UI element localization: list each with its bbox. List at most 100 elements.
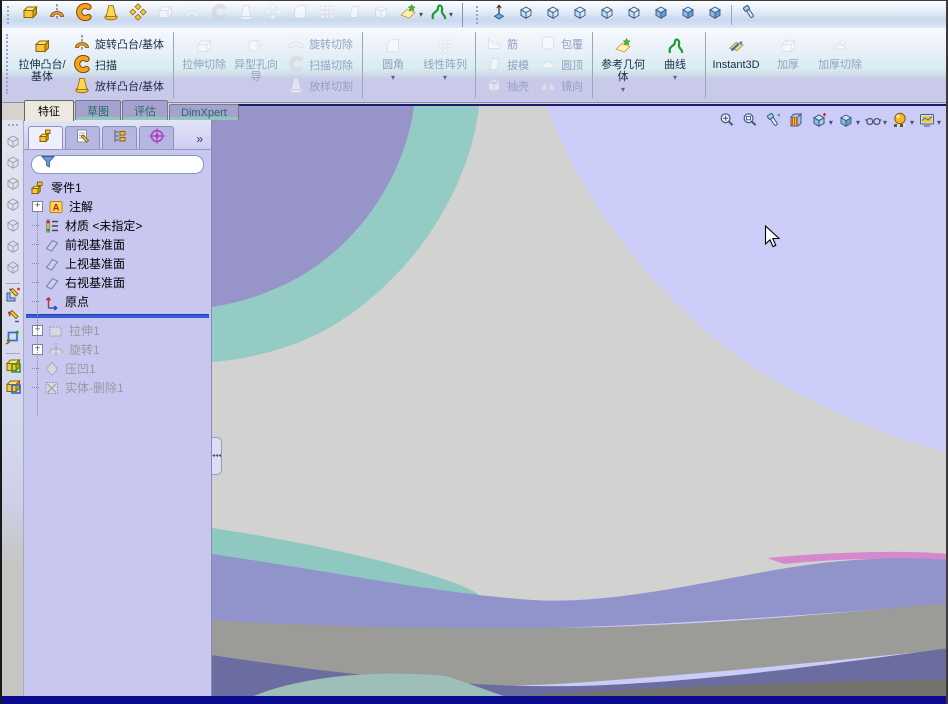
- edit-component-button[interactable]: [3, 378, 23, 399]
- tree-item[interactable]: 原点: [24, 292, 211, 311]
- view-left-button[interactable]: [566, 3, 593, 27]
- rib-button[interactable]: 筋: [480, 34, 534, 55]
- swept-cut-button[interactable]: [205, 3, 232, 27]
- shell-button[interactable]: 抽壳: [480, 76, 534, 97]
- panel-splitter-handle[interactable]: ◂◂◂: [212, 437, 222, 475]
- dropdown-caret-icon[interactable]: ▾: [443, 72, 447, 84]
- tab-DimXpert[interactable]: DimXpert: [169, 104, 239, 120]
- apply-scene-button[interactable]: [916, 111, 938, 133]
- zoom-to-fit-button[interactable]: [716, 111, 738, 133]
- sketch-3d-button[interactable]: [3, 308, 23, 329]
- curves-button[interactable]: 曲线 ▾: [649, 28, 701, 102]
- view-back-button[interactable]: [539, 3, 566, 27]
- hole-wizard-button[interactable]: 异型孔向导: [230, 28, 282, 102]
- reference-geometry-button[interactable]: [394, 3, 421, 27]
- extruded-cut-button[interactable]: 拉伸切除: [178, 28, 230, 102]
- zoom-to-area-button[interactable]: [739, 111, 761, 133]
- boundary-cut-button[interactable]: [259, 3, 286, 27]
- tree-item[interactable]: + 旋转1: [24, 340, 211, 359]
- lofted-boss-button[interactable]: 放样凸台/基体: [68, 76, 169, 97]
- extruded-cut-button[interactable]: [151, 3, 178, 27]
- dropdown-caret-icon[interactable]: ▾: [937, 118, 941, 127]
- dropdown-caret-icon[interactable]: ▾: [856, 118, 860, 127]
- view-cube-front-button[interactable]: [3, 133, 23, 154]
- swept-cut-button[interactable]: 扫描切除: [282, 55, 358, 76]
- tree-item[interactable]: 上视基准面: [24, 254, 211, 273]
- view-cube-bottom-button[interactable]: [3, 238, 23, 259]
- lofted-boss-button[interactable]: [97, 3, 124, 27]
- view-cube-left-button[interactable]: [3, 175, 23, 196]
- revolved-cut-button[interactable]: 旋转切除: [282, 34, 358, 55]
- hide-show-items-button[interactable]: [862, 111, 884, 133]
- temporary-axes-button[interactable]: [485, 3, 512, 27]
- edit-part-button[interactable]: [3, 357, 23, 378]
- revolved-boss-button[interactable]: [43, 3, 70, 27]
- reference-geometry-button[interactable]: 参考几何体 ▾: [597, 28, 649, 102]
- tree-item[interactable]: 零件1: [24, 178, 211, 197]
- dropdown-caret-icon[interactable]: ▾: [829, 118, 833, 127]
- tree-item[interactable]: 材质 <未指定>: [24, 216, 211, 235]
- previous-view-button[interactable]: [762, 111, 784, 133]
- configurationmanager-tab[interactable]: [102, 126, 137, 149]
- propertymanager-tab[interactable]: [65, 126, 100, 149]
- tree-item[interactable]: 实体-删除1: [24, 378, 211, 397]
- lofted-cut-button[interactable]: 放样切割: [282, 76, 358, 97]
- panel-overflow-chevron[interactable]: »: [196, 132, 207, 149]
- view-orientation-button[interactable]: [808, 111, 830, 133]
- revolved-boss-button[interactable]: 旋转凸台/基体: [68, 34, 169, 55]
- tab-草图[interactable]: 草图: [75, 100, 121, 120]
- dropdown-caret-icon[interactable]: ▾: [449, 10, 453, 19]
- view-cube-top-button[interactable]: [3, 217, 23, 238]
- view-right-button[interactable]: [593, 3, 620, 27]
- instant3d-button[interactable]: Instant3D: [710, 28, 762, 102]
- shell-button[interactable]: [367, 3, 394, 27]
- lofted-cut-button[interactable]: [232, 3, 259, 27]
- toolbar-grip[interactable]: [7, 5, 12, 24]
- fillet-button[interactable]: 圆角 ▾: [367, 28, 419, 102]
- thicken-cut-button[interactable]: 加厚切除: [814, 28, 866, 102]
- view-cube-isometric-button[interactable]: [3, 259, 23, 280]
- toolbar-grip[interactable]: [476, 5, 481, 24]
- swept-boss-button[interactable]: [70, 2, 97, 27]
- sketch-button[interactable]: [3, 287, 23, 308]
- shaded-with-edges-button[interactable]: [647, 3, 674, 27]
- section-view-button[interactable]: [785, 111, 807, 133]
- view-front-button[interactable]: [512, 3, 539, 27]
- dropdown-caret-icon[interactable]: ▾: [391, 72, 395, 84]
- revolved-cut-button[interactable]: [178, 3, 205, 27]
- shaded-button[interactable]: [674, 3, 701, 27]
- tab-评估[interactable]: 评估: [122, 100, 168, 120]
- mirror-button[interactable]: 镜向: [534, 76, 588, 97]
- rollback-bar[interactable]: [26, 314, 209, 318]
- draft-button[interactable]: [340, 3, 367, 27]
- dropdown-caret-icon[interactable]: ▾: [621, 84, 625, 96]
- linear-pattern-button[interactable]: 线性阵列 ▾: [419, 28, 471, 102]
- dome-button[interactable]: 圆顶: [534, 55, 588, 76]
- tree-item[interactable]: 右视基准面: [24, 273, 211, 292]
- curves-button[interactable]: [424, 3, 451, 27]
- toolbar-grip[interactable]: [7, 124, 18, 130]
- boundary-boss-button[interactable]: [124, 3, 151, 27]
- isometric-button[interactable]: [701, 3, 728, 27]
- view-top-button[interactable]: [620, 3, 647, 27]
- wrap-button[interactable]: 包覆: [534, 34, 588, 55]
- thicken-button[interactable]: 加厚: [762, 28, 814, 102]
- toolbar-grip[interactable]: [6, 34, 11, 94]
- tab-特征[interactable]: 特征: [24, 100, 74, 121]
- dropdown-caret-icon[interactable]: ▾: [883, 118, 887, 127]
- extruded-boss-button[interactable]: [16, 3, 43, 27]
- dropdown-caret-icon[interactable]: ▾: [419, 10, 423, 19]
- draft-button[interactable]: 拔模: [480, 55, 534, 76]
- display-style-button[interactable]: [835, 111, 857, 133]
- extruded-boss-button[interactable]: 拉伸凸台/基体: [16, 28, 68, 102]
- fillet-button[interactable]: [286, 3, 313, 27]
- view-cube-back-button[interactable]: [3, 154, 23, 175]
- linear-pattern-button[interactable]: [313, 3, 340, 27]
- view-cube-right-button[interactable]: [3, 196, 23, 217]
- dropdown-caret-icon[interactable]: ▾: [673, 72, 677, 84]
- dropdown-caret-icon[interactable]: ▾: [910, 118, 914, 127]
- edit-appearance-button[interactable]: [889, 111, 911, 133]
- tree-item[interactable]: + 拉伸1: [24, 321, 211, 340]
- tree-item[interactable]: 压凹1: [24, 359, 211, 378]
- swept-boss-button[interactable]: 扫描: [68, 54, 169, 76]
